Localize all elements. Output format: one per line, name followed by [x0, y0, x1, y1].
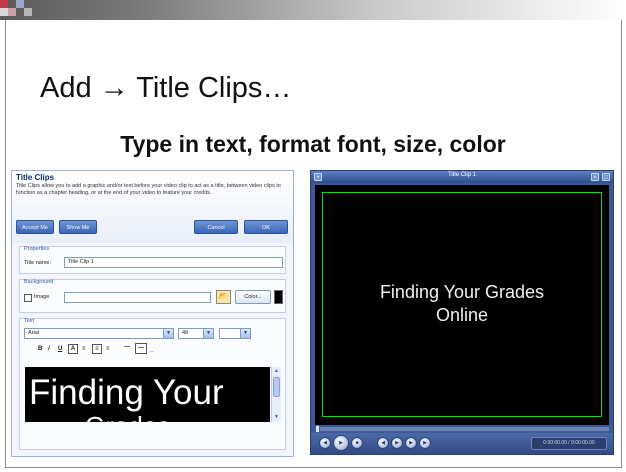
deco-square — [8, 8, 16, 16]
ok-button[interactable]: OK — [244, 220, 288, 234]
align-center-button[interactable]: ≡ — [92, 344, 102, 354]
color-button[interactable]: Color... — [235, 290, 271, 304]
dialog-description: Title Clips allow you to add a graphic a… — [16, 183, 281, 196]
image-label: Image — [34, 294, 50, 300]
chevron-down-icon[interactable]: ▼ — [240, 329, 250, 338]
text-highlight-button[interactable]: A — [68, 344, 78, 354]
previous-frame-icon[interactable]: ◀ — [377, 437, 389, 449]
align-left-button[interactable]: ≡ — [82, 346, 86, 352]
player-text-line1: Finding Your Grades — [379, 282, 545, 302]
deco-square — [16, 0, 24, 8]
preview-scrollbar[interactable]: ▲ ▼ — [271, 367, 281, 422]
background-group: Background Image 📂 Color... — [19, 279, 286, 313]
title-name-label: Title name: — [24, 260, 52, 266]
italic-button[interactable]: / — [48, 346, 50, 352]
player-screen: Finding Your Grades Online — [315, 185, 609, 425]
bold-button[interactable]: B — [38, 346, 42, 352]
image-path-input[interactable] — [64, 292, 211, 303]
end-icon[interactable]: ▶ — [419, 437, 431, 449]
scroll-down-icon[interactable]: ▼ — [273, 414, 280, 421]
seek-handle[interactable] — [315, 425, 320, 433]
deco-square — [24, 8, 32, 16]
chevron-down-icon[interactable]: ▼ — [163, 329, 173, 338]
deco-square — [0, 8, 8, 16]
slide-subtitle: Type in text, format font, size, color — [120, 131, 506, 157]
dialog-header: Title Clips Title Clips allow you to add… — [12, 171, 293, 243]
restore-icon[interactable]: □ — [602, 173, 610, 181]
size-value: 48 — [182, 330, 189, 336]
dialog-title: Title Clips — [16, 173, 55, 182]
preview-player: + Title Clip 1 × □ Finding Your Grades O… — [310, 170, 614, 455]
scroll-thumb[interactable] — [273, 377, 280, 397]
align-right-button[interactable]: ≡ — [106, 346, 110, 352]
cancel-button[interactable]: Cancel — [194, 220, 238, 234]
size-select[interactable]: 48 ▼ — [178, 328, 214, 339]
background-color-swatch[interactable] — [274, 290, 283, 304]
close-icon[interactable]: × — [591, 173, 599, 181]
player-controls: ◀ ▶ ■ ◀ ▶ ▶ ▶ 0:00:00.00 / 0:00:00.00 — [311, 433, 613, 454]
line-top-button[interactable]: — — [124, 344, 130, 350]
title-clips-dialog: Title Clips Title Clips allow you to add… — [11, 170, 294, 457]
play-icon[interactable]: ▶ — [333, 435, 349, 451]
text-group-label: Text — [24, 318, 35, 324]
slide-header-decoration — [0, 0, 626, 22]
font-value: Arial — [28, 330, 40, 336]
folder-icon[interactable]: 📂 — [216, 290, 231, 304]
preview-text-line2: Grades — [85, 411, 170, 422]
next-frame-icon[interactable]: ▶ — [391, 437, 403, 449]
background-group-label: Background — [24, 279, 54, 285]
preview-text-line1: Finding Your — [29, 373, 224, 412]
chevron-down-icon[interactable]: ▼ — [203, 329, 213, 338]
text-preview[interactable]: Finding Your Grades — [25, 367, 270, 422]
player-text-line2: Online — [435, 305, 489, 325]
player-title: Title Clip 1 — [447, 172, 477, 178]
line-middle-button[interactable]: — — [135, 343, 147, 354]
image-checkbox[interactable] — [24, 294, 32, 302]
scroll-up-icon[interactable]: ▲ — [273, 368, 280, 375]
seek-bar[interactable] — [315, 425, 609, 433]
line-bottom-button[interactable]: _ — [150, 347, 153, 353]
rewind-icon[interactable]: ◀ — [319, 437, 331, 449]
fast-forward-icon[interactable]: ▶ — [405, 437, 417, 449]
title-name-input[interactable]: Title Clip 1 — [64, 257, 283, 268]
time-readout: 0:00:00.00 / 0:00:00.00 — [531, 437, 607, 450]
slide-title: Add → Title Clips… — [40, 72, 292, 104]
properties-group: Properties Title name: Title Clip 1 — [19, 246, 286, 274]
underline-button[interactable]: U — [58, 346, 62, 352]
header-gradient-bar — [0, 0, 626, 20]
text-color-select[interactable]: ▼ — [219, 328, 251, 339]
accept-me-button[interactable]: Accept Me — [16, 220, 54, 234]
screenshot: Title Clips Title Clips allow you to add… — [6, 167, 620, 459]
deco-square — [0, 0, 8, 8]
font-select[interactable]: Arial ▼ — [24, 328, 174, 339]
show-me-button[interactable]: Show Me — [59, 220, 97, 234]
player-titlebar: + Title Clip 1 × □ — [311, 171, 613, 183]
properties-group-label: Properties — [24, 246, 50, 252]
stop-icon[interactable]: ■ — [351, 437, 363, 449]
